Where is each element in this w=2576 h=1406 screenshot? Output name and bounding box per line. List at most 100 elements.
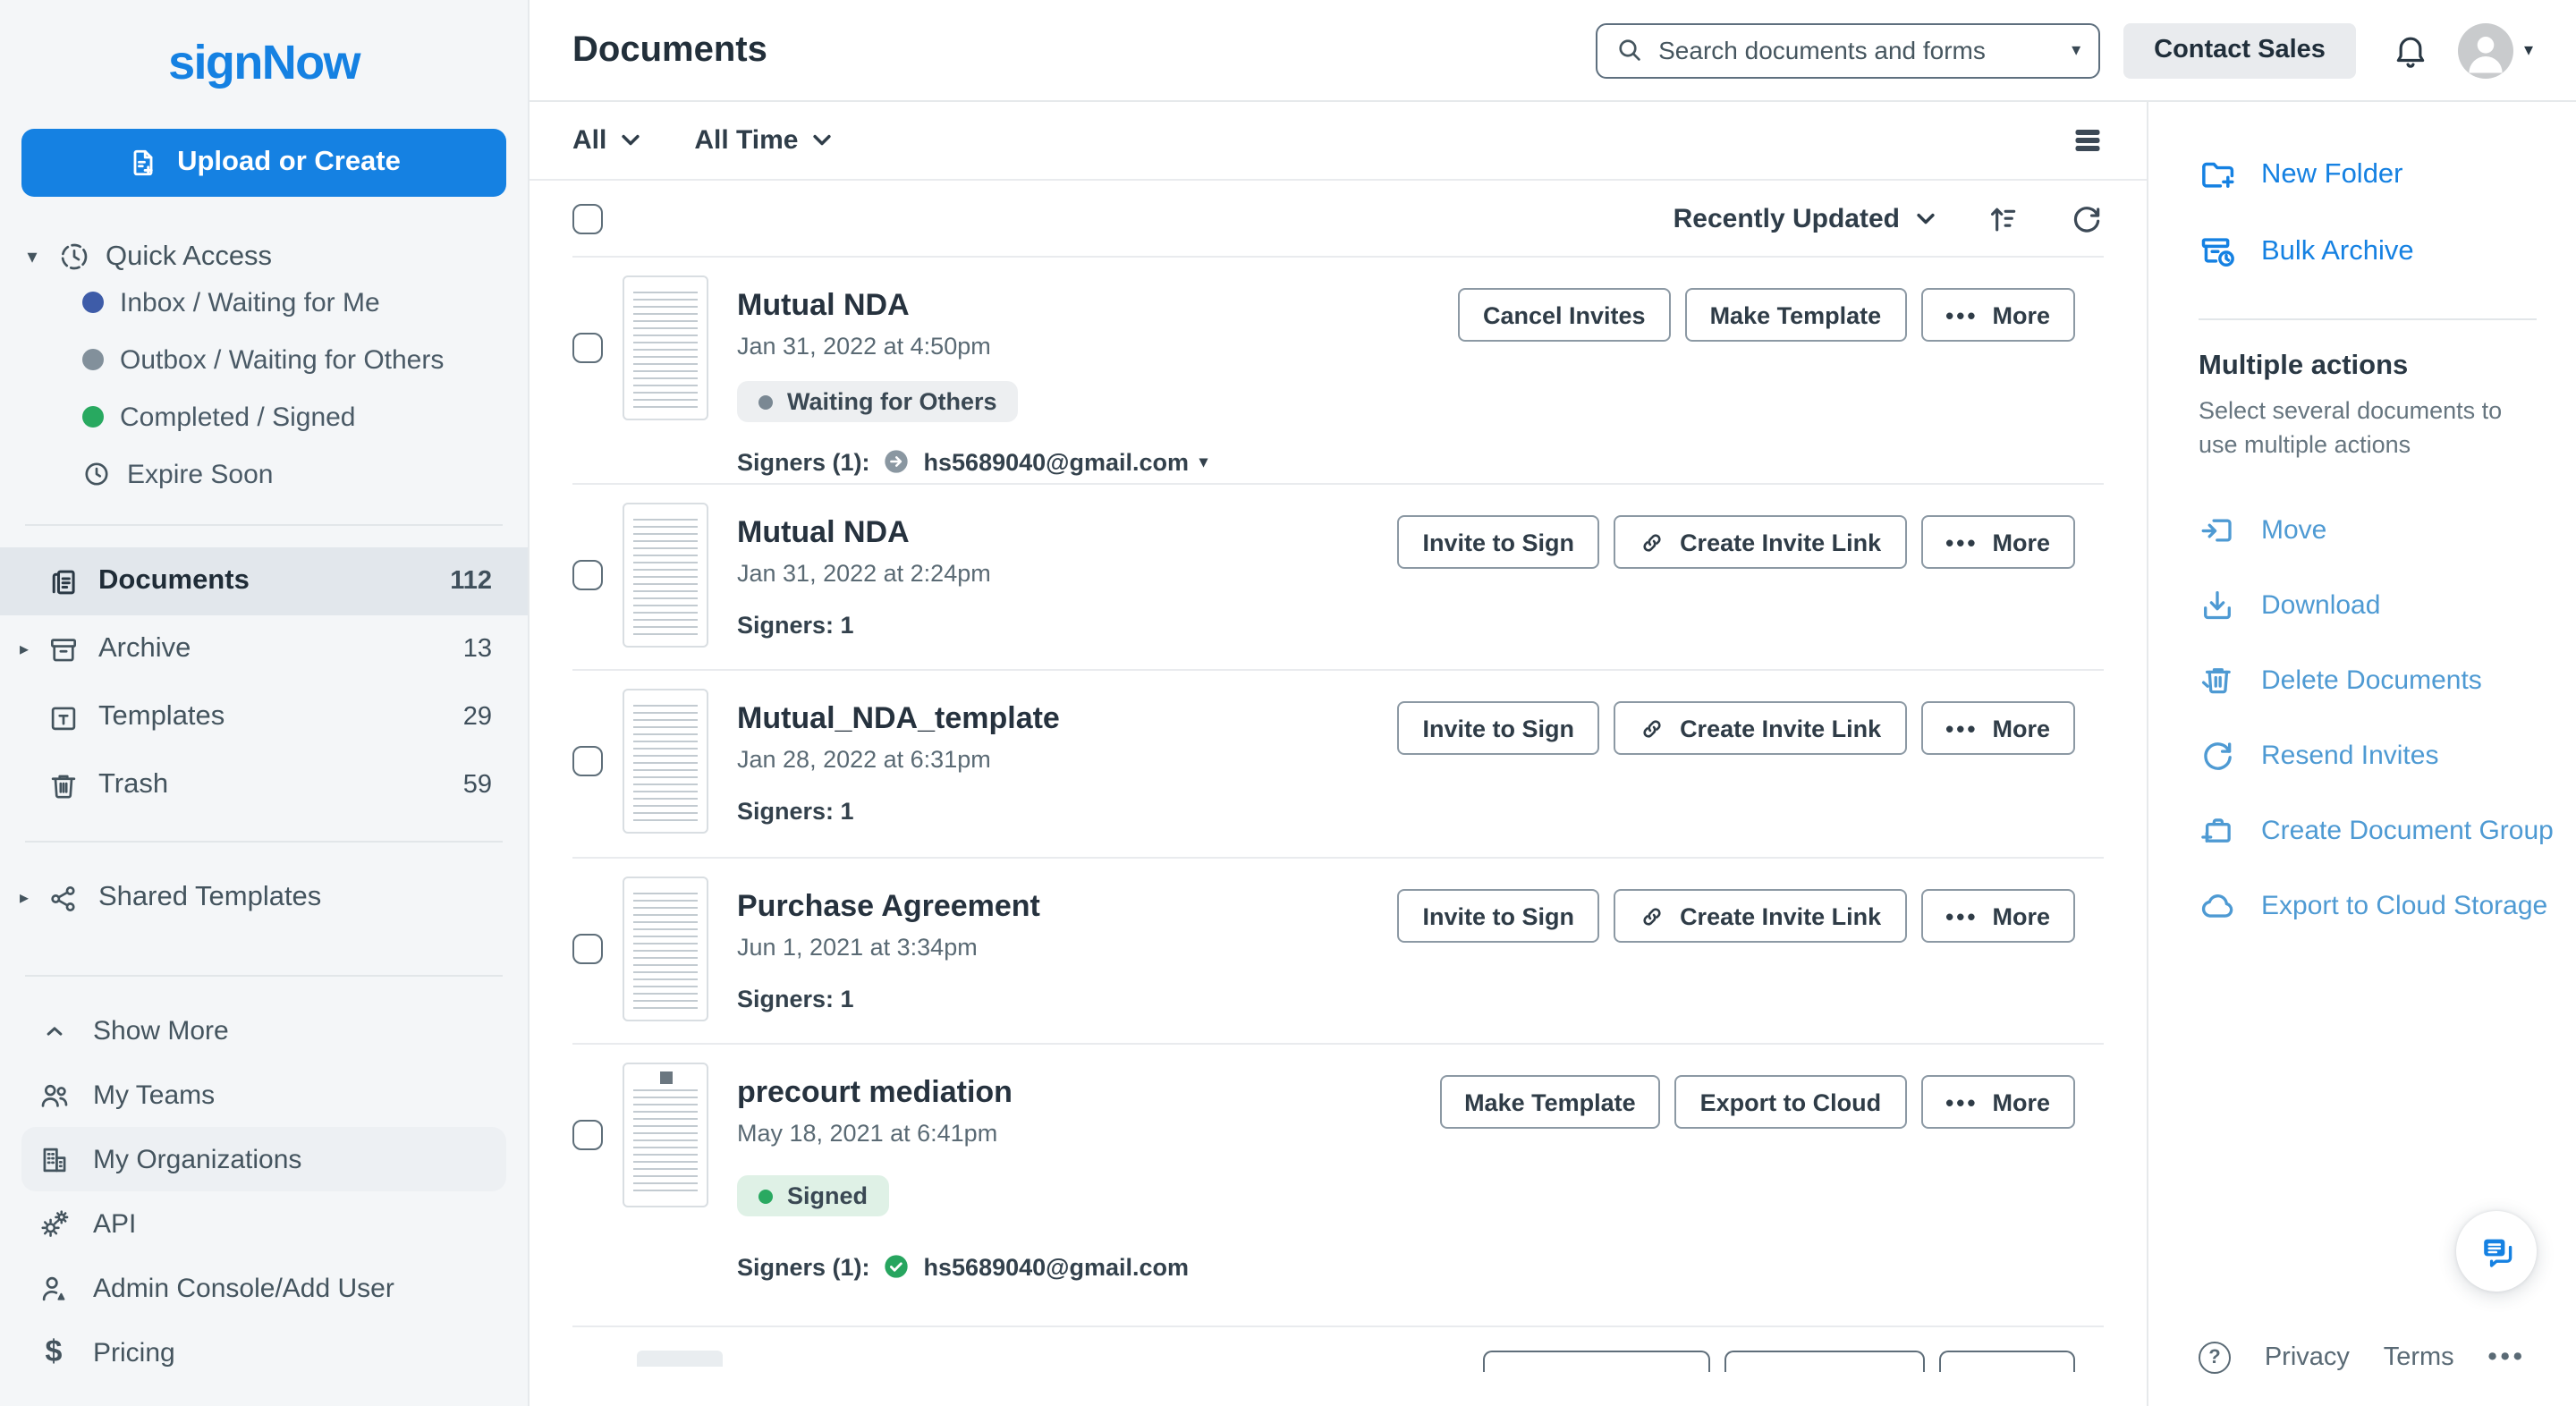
caret-right-icon[interactable]: ▸ [20,888,47,908]
more-button[interactable]: ••• More [1920,701,2075,755]
signnow-logo[interactable]: signNow [168,36,360,91]
filter-type-dropdown[interactable]: All [572,125,640,156]
signer-email-dropdown[interactable]: hs5689040@gmail.com ▾ [924,448,1208,475]
create-invite-link-label: Create Invite Link [1680,715,1881,741]
filter-time-dropdown[interactable]: All Time [694,125,832,156]
export-to-cloud-storage-action[interactable]: Export to Cloud Storage [2199,869,2576,944]
document-title[interactable]: Mutual_NDA_template [737,701,1060,737]
action-label: Download [2261,591,2380,622]
document-title[interactable]: Mutual NDA [737,515,991,551]
document-thumbnail[interactable] [623,503,708,648]
help-icon[interactable]: ? [2199,1342,2231,1374]
sidebar-item-my-organizations[interactable]: My Organizations [21,1127,506,1191]
caret-right-icon[interactable]: ▸ [20,639,47,659]
more-button[interactable]: ••• More [1920,889,2075,943]
select-all-checkbox[interactable] [572,203,603,233]
document-title[interactable]: precourt mediation [737,1075,1189,1111]
privacy-link[interactable]: Privacy [2265,1343,2350,1372]
upload-or-create-button[interactable]: Upload or Create [21,129,506,197]
sidebar-item-templates[interactable]: Templates 29 [0,683,528,751]
status-badge-label: Signed [787,1182,868,1209]
row-checkbox[interactable] [572,560,603,590]
sidebar-item-admin-console[interactable]: Admin Console/Add User [21,1256,506,1320]
partial-button [1939,1351,2075,1372]
document-title[interactable]: Purchase Agreement [737,889,1040,925]
create-invite-link-button[interactable]: Create Invite Link [1614,515,1906,569]
create-invite-link-button[interactable]: Create Invite Link [1614,889,1906,943]
create-document-group-action[interactable]: Create Document Group [2199,794,2576,869]
create-invite-link-button[interactable]: Create Invite Link [1614,701,1906,755]
document-thumbnail[interactable] [623,877,708,1021]
more-button[interactable]: ••• More [1920,1075,2075,1129]
search-caret-icon[interactable]: ▾ [2072,40,2080,60]
sidebar-item-trash[interactable]: Trash 59 [0,751,528,819]
sidebar-item-archive[interactable]: ▸ Archive 13 [0,615,528,683]
document-thumbnail[interactable] [623,1063,708,1207]
account-menu[interactable]: ▾ [2458,22,2533,78]
sidebar-item-label: Outbox / Waiting for Others [120,344,444,375]
sidebar-item-api[interactable]: API [21,1191,506,1256]
chat-button[interactable] [2456,1211,2537,1292]
document-list: All All Time Recently Updated [530,102,2147,1406]
sidebar-item-pricing[interactable]: $ Pricing [21,1320,506,1385]
contact-sales-button[interactable]: Contact Sales [2123,22,2356,78]
sidebar-item-shared-templates[interactable]: ▸ Shared Templates [0,864,528,932]
archive-icon [47,632,80,666]
delete-documents-action[interactable]: Delete Documents [2199,644,2576,719]
caret-down-icon[interactable]: ▾ [2524,40,2533,60]
row-checkbox[interactable] [572,746,603,776]
bulk-archive-button[interactable]: Bulk Archive [2199,233,2576,272]
sidebar-item-documents[interactable]: Documents 112 [0,547,528,615]
notifications-bell-icon[interactable] [2392,31,2429,69]
resend-invites-action[interactable]: Resend Invites [2199,719,2576,794]
templates-count: 29 [463,703,492,732]
sidebar-item-expire-soon[interactable]: Expire Soon [82,445,528,503]
inbox-dot-icon [82,292,104,313]
invite-to-sign-button[interactable]: Invite to Sign [1398,889,1600,943]
sort-dropdown[interactable]: Recently Updated [1674,203,1936,233]
sidebar-item-label: My Teams [93,1080,215,1110]
document-thumbnail[interactable] [623,275,708,420]
make-template-button[interactable]: Make Template [1685,288,1907,342]
new-folder-label: New Folder [2261,159,2403,191]
list-view-icon[interactable] [2072,125,2104,156]
link-icon [1639,902,1665,929]
download-action[interactable]: Download [2199,569,2576,644]
row-checkbox[interactable] [572,934,603,964]
caret-down-icon[interactable]: ▾ [21,245,43,268]
sidebar-item-completed[interactable]: Completed / Signed [82,388,528,445]
row-checkbox[interactable] [572,333,603,363]
completed-dot-icon [82,406,104,428]
new-folder-button[interactable]: New Folder [2199,156,2576,195]
export-to-cloud-button[interactable]: Export to Cloud [1675,1075,1907,1129]
sort-order-icon[interactable] [1986,201,2020,235]
sidebar-item-inbox[interactable]: Inbox / Waiting for Me [82,274,528,331]
document-title[interactable]: Mutual NDA [737,288,1208,324]
sidebar-item-outbox[interactable]: Outbox / Waiting for Others [82,331,528,388]
upload-or-create-label: Upload or Create [177,147,401,179]
invite-to-sign-button[interactable]: Invite to Sign [1398,701,1600,755]
more-button[interactable]: ••• More [1920,288,2075,342]
signers-count: Signers: 1 [737,798,1060,825]
sidebar-item-my-teams[interactable]: My Teams [21,1063,506,1127]
refresh-icon[interactable] [2070,201,2104,235]
row-checkbox[interactable] [572,1120,603,1150]
sidebar-section-quick-access[interactable]: ▾ Quick Access [21,240,528,274]
more-button[interactable]: ••• More [1920,515,2075,569]
signer-email: hs5689040@gmail.com [924,448,1190,475]
move-action[interactable]: Move [2199,494,2576,569]
show-more-toggle[interactable]: Show More [21,998,506,1063]
sidebar: signNow Upload or Create ▾ Quick Access [0,0,530,1406]
invite-to-sign-button[interactable]: Invite to Sign [1398,515,1600,569]
cancel-invites-button[interactable]: Cancel Invites [1458,288,1671,342]
more-options-icon[interactable]: ••• [2488,1343,2526,1372]
terms-link[interactable]: Terms [2384,1343,2454,1372]
document-thumbnail[interactable] [623,689,708,834]
make-template-button[interactable]: Make Template [1439,1075,1661,1129]
search-box[interactable]: ▾ [1596,22,2100,78]
chat-icon [2475,1230,2518,1273]
avatar[interactable] [2458,22,2513,78]
signer-email[interactable]: hs5689040@gmail.com [924,1253,1190,1280]
sidebar-item-label: Admin Console/Add User [93,1273,394,1303]
search-input[interactable] [1658,36,2057,64]
